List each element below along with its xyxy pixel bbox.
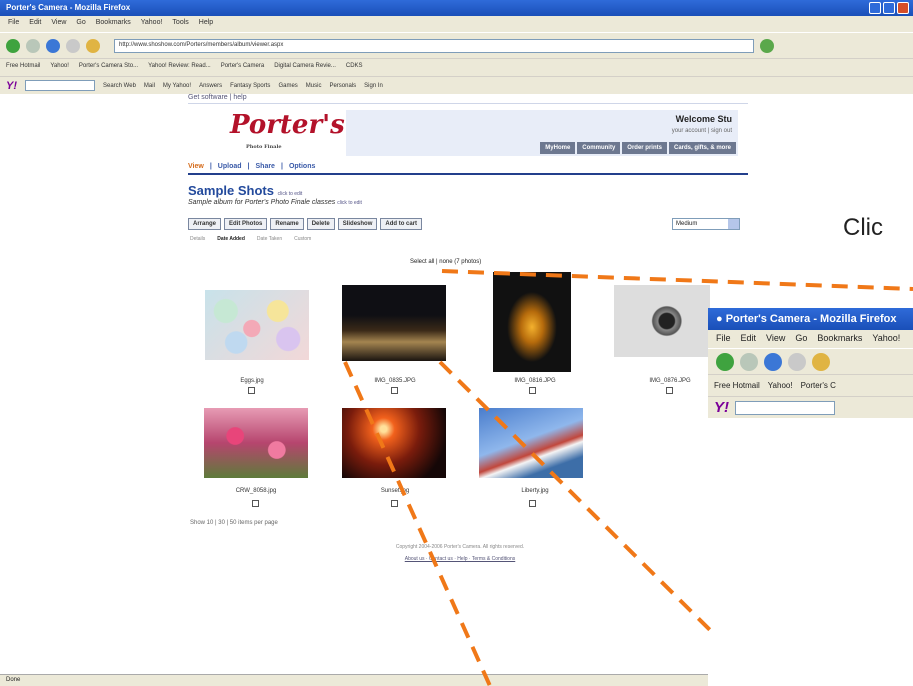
callout-line-top <box>441 269 913 291</box>
callout-line-left <box>343 361 492 686</box>
callout-line-right <box>438 360 714 634</box>
callout-lines <box>343 269 913 686</box>
